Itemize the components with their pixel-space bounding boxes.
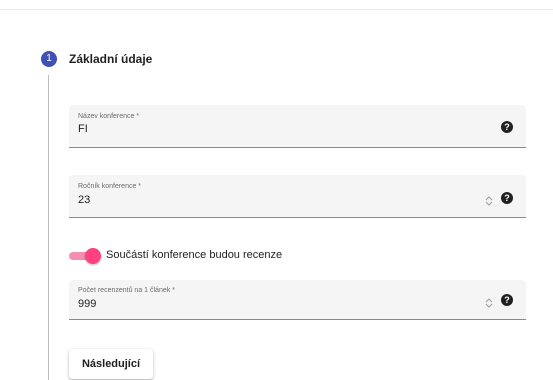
help-icon[interactable]: ?: [501, 294, 513, 306]
reviewers-count-value[interactable]: 999: [78, 298, 96, 310]
reviews-toggle-label[interactable]: Součástí konference budou recenze: [106, 249, 282, 261]
step-title[interactable]: Základní údaje: [69, 51, 152, 67]
stepper-vertical-line: [48, 75, 49, 380]
reviewers-count-label: Počet recenzentů na 1 článek *: [78, 287, 175, 294]
help-icon[interactable]: ?: [501, 192, 513, 204]
step-number-badge[interactable]: 1: [41, 51, 57, 67]
help-icon[interactable]: ?: [501, 121, 513, 133]
reviewers-count-field[interactable]: Počet recenzentů na 1 článek * 999 ?: [69, 280, 526, 320]
conference-name-value[interactable]: FI: [78, 123, 88, 135]
conference-form-page: 1 Základní údaje Název konference * FI ?…: [0, 0, 553, 380]
number-spinner-icon[interactable]: [485, 297, 493, 309]
top-divider: [0, 9, 553, 10]
conference-name-field[interactable]: Název konference * FI ?: [69, 105, 526, 148]
conference-year-field[interactable]: Ročník konference * 23 ?: [69, 175, 526, 218]
reviews-toggle-thumb[interactable]: [85, 248, 101, 264]
conference-name-label: Název konference *: [78, 113, 140, 120]
conference-year-value[interactable]: 23: [78, 194, 90, 206]
conference-year-label: Ročník konference *: [78, 183, 142, 190]
next-button[interactable]: Následující: [69, 349, 153, 379]
number-spinner-icon[interactable]: [485, 195, 493, 207]
